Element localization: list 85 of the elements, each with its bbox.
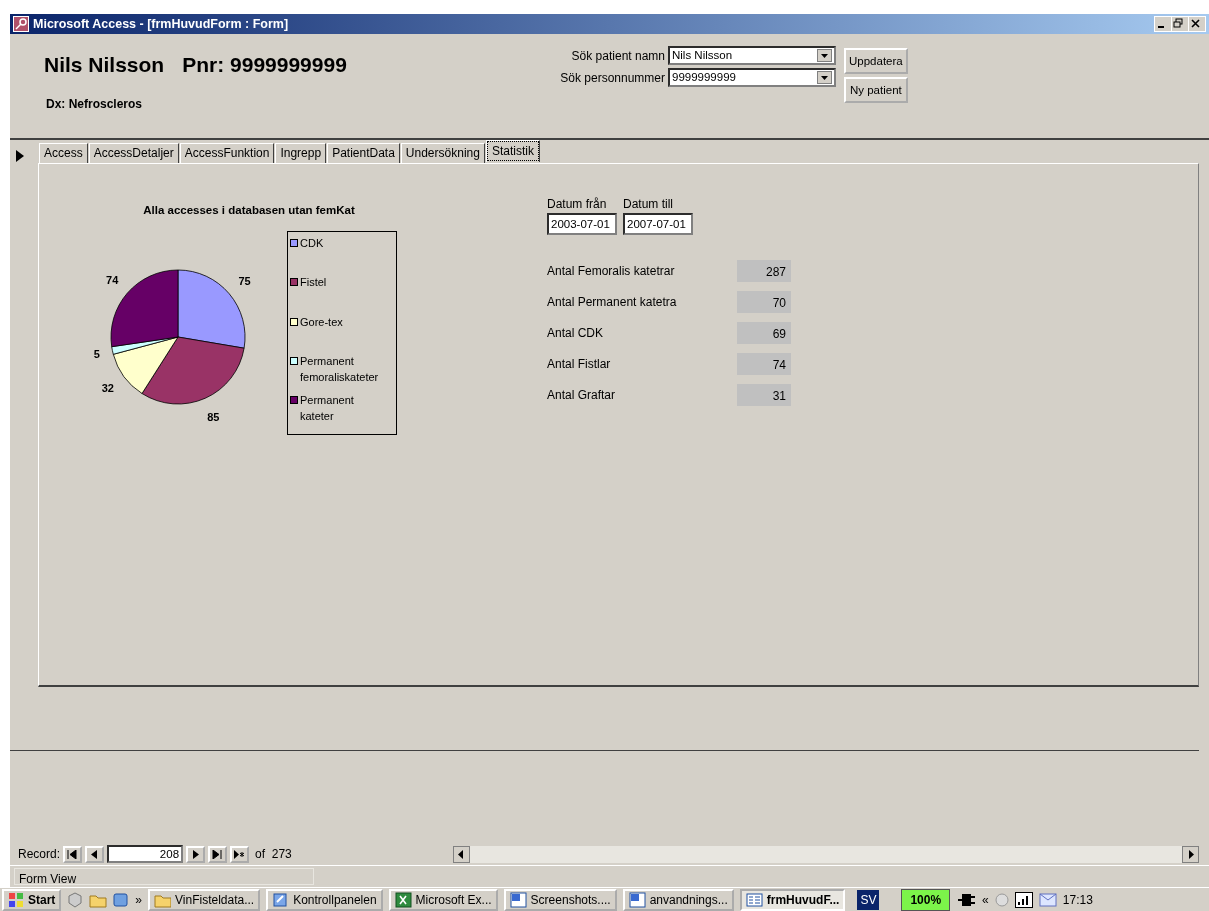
minimize-icon[interactable] [1155, 17, 1171, 31]
diagnosis-label: Dx: Nefroscleros [46, 95, 144, 113]
next-record-button[interactable] [186, 845, 206, 863]
start-button[interactable]: Start [2, 888, 62, 911]
windows-logo-icon [8, 891, 24, 908]
document-icon [509, 891, 527, 908]
patient-name: Nils Nilsson [44, 52, 165, 78]
chart-title: Alla accesses i databasen utan femKat [142, 203, 356, 218]
legend-label: CDK [300, 236, 324, 252]
spreadsheet-icon [394, 891, 412, 908]
tab[interactable]: PatientData [327, 143, 400, 163]
document-icon [628, 891, 646, 908]
key-icon [13, 16, 29, 33]
data-label: 32 [101, 382, 114, 395]
language-indicator[interactable]: SV [857, 889, 880, 910]
new-record-icon [234, 849, 246, 859]
legend-label: Gore-tex [300, 314, 343, 330]
tab[interactable]: Statistik [485, 140, 540, 162]
tab[interactable]: Ingrepp [275, 143, 327, 163]
horizontal-scrollbar[interactable] [453, 845, 1199, 863]
tab[interactable]: Access [39, 143, 88, 163]
next-record-icon [190, 849, 202, 859]
taskbar-button[interactable]: frmHuvudF... [739, 888, 846, 911]
record-number-field[interactable]: 208 [107, 845, 184, 863]
count-value: 70 [737, 291, 791, 313]
tab[interactable]: AccessFunktion [179, 143, 275, 163]
search-label: Sök patient namn [570, 47, 665, 65]
date-label: Datum till [623, 196, 674, 213]
count-value: 31 [737, 384, 791, 406]
battery-indicator: 100% [901, 888, 951, 911]
count-label: Antal Fistlar [547, 356, 612, 373]
taskbar-button[interactable]: Microsoft Ex... [388, 888, 498, 911]
restore-icon[interactable] [1172, 17, 1188, 31]
personal-number: Pnr: 9999999999 [182, 52, 347, 78]
legend-label: Permanent femoraliskateter [300, 353, 380, 385]
first-record-button[interactable] [63, 845, 83, 863]
date-field[interactable]: 2007-07-01 [623, 213, 693, 235]
tab[interactable]: AccessDetaljer [88, 143, 179, 163]
scroll-left-icon[interactable] [453, 845, 470, 863]
mail-icon[interactable] [1038, 892, 1057, 907]
date-field[interactable]: 2003-07-01 [547, 213, 617, 235]
record-selector-icon [15, 149, 25, 163]
signal-icon[interactable] [1014, 891, 1033, 908]
plug-icon [956, 892, 977, 907]
legend-label: Fistel [300, 275, 327, 291]
search-label: Sök personnummer [559, 69, 665, 87]
more-icon[interactable]: » [135, 890, 143, 909]
count-label: Antal CDK [547, 325, 605, 342]
new-patient-button[interactable]: Ny patient [844, 77, 908, 103]
data-label: 75 [238, 275, 251, 288]
count-value: 69 [737, 322, 791, 344]
close-icon[interactable] [1189, 17, 1205, 31]
count-label: Antal Graftar [547, 387, 617, 404]
form-icon [745, 891, 763, 908]
legend-label: Permanent kateter [300, 393, 355, 425]
record-label: Record: [18, 846, 61, 863]
status-text: Form View [14, 868, 314, 885]
window-icon [272, 891, 290, 908]
first-record-icon [67, 849, 79, 859]
date-label: Datum från [547, 196, 608, 213]
count-value: 74 [737, 353, 791, 375]
window-title: Microsoft Access - [frmHuvudForm : Form] [33, 15, 289, 33]
update-button[interactable]: Uppdatera [844, 48, 908, 74]
taskbar-button[interactable]: Kontrollpanelen [266, 888, 383, 911]
app-icon[interactable] [113, 891, 130, 908]
show-icons-icon[interactable]: « [982, 890, 989, 909]
taskbar-button[interactable]: Screenshots.... [503, 888, 617, 911]
previous-record-button[interactable] [85, 845, 105, 863]
dropdown-field[interactable]: 9999999999 [668, 68, 836, 87]
data-label: 85 [207, 410, 220, 423]
last-record-button[interactable] [208, 845, 228, 863]
dropdown-field[interactable]: Nils Nilsson [668, 46, 836, 65]
taskbar-button[interactable]: anvandnings... [622, 888, 734, 911]
tab[interactable]: Undersökning [400, 143, 485, 163]
count-label: Antal Femoralis katetrar [547, 263, 676, 280]
data-label: 5 [94, 347, 100, 360]
record-count: of 273 [255, 846, 292, 863]
count-label: Antal Permanent katetra [547, 294, 678, 311]
last-record-icon [212, 849, 224, 859]
clock: 17:13 [1062, 891, 1093, 909]
scroll-right-icon[interactable] [1182, 845, 1199, 863]
new-record-button[interactable] [230, 845, 250, 863]
count-value: 287 [737, 260, 791, 282]
data-label: 74 [106, 274, 119, 287]
taskbar-button[interactable]: VinFisteldata... [148, 888, 261, 911]
